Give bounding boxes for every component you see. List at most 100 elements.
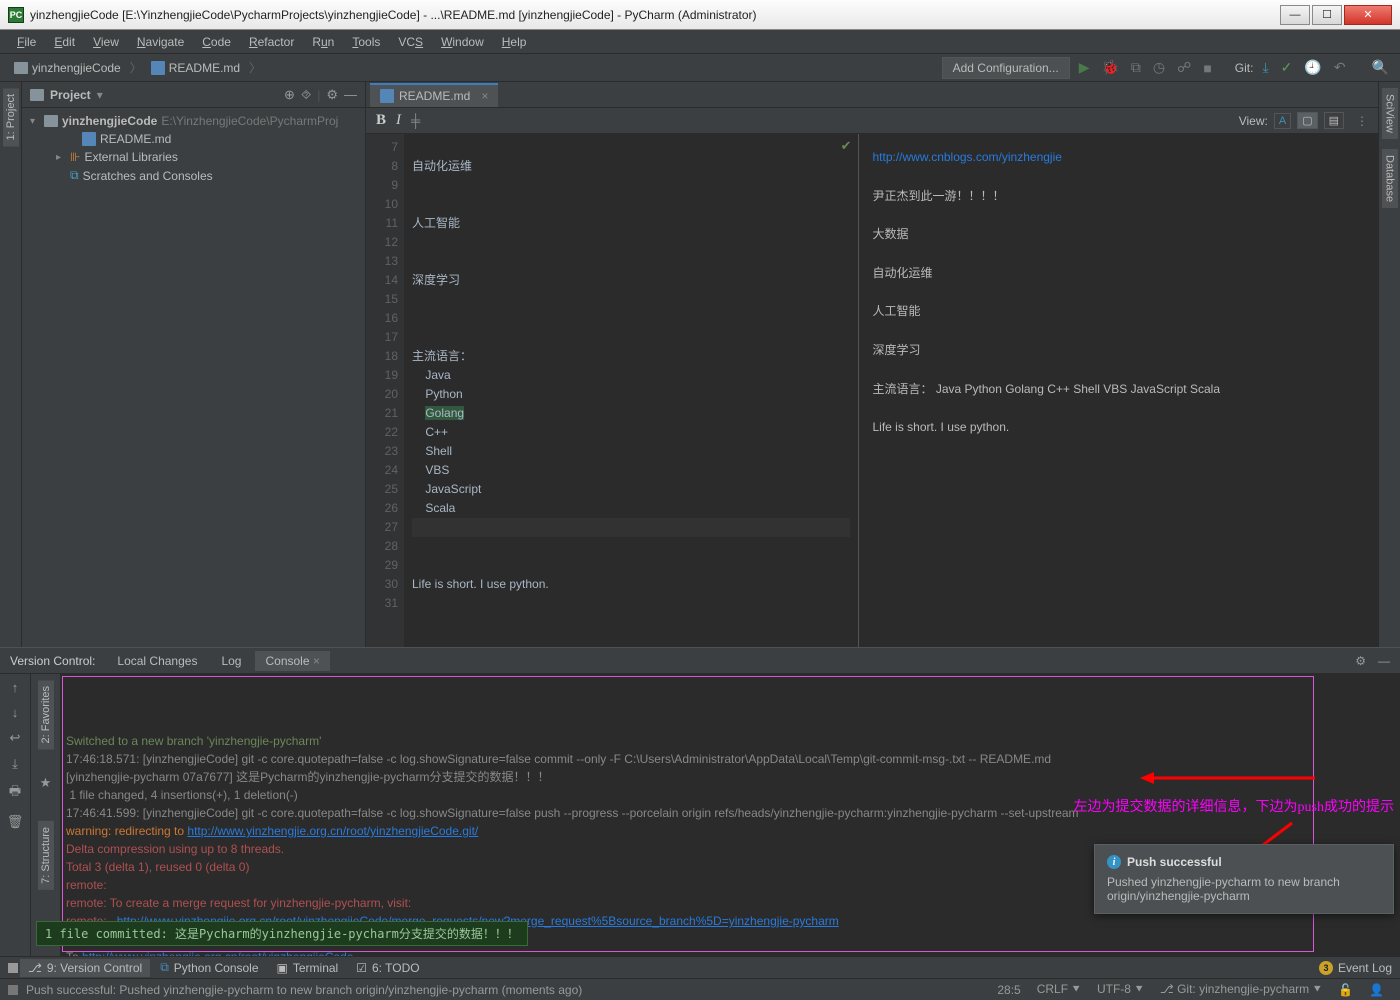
event-count-badge: 3 bbox=[1319, 961, 1333, 975]
tree-external-libraries[interactable]: ▸⊪ External Libraries bbox=[22, 148, 365, 166]
menu-edit[interactable]: Edit bbox=[47, 32, 82, 52]
italic-button[interactable]: I bbox=[396, 112, 401, 129]
breadcrumb: yinzhengjieCode 〉 README.md 〉 bbox=[8, 59, 261, 77]
preview-text: Life is short. I use python. bbox=[873, 418, 1365, 437]
close-icon[interactable]: × bbox=[481, 89, 488, 103]
notification-body: Pushed yinzhengjie-pycharm to new branch… bbox=[1107, 875, 1381, 903]
status-readonly-icon[interactable]: 🔓 bbox=[1330, 983, 1361, 997]
project-tree[interactable]: ▾ yinzhengjieCode E:\YinzhengjieCode\Pyc… bbox=[22, 108, 365, 189]
breadcrumb-file[interactable]: README.md bbox=[145, 59, 246, 77]
scroll-from-source-icon[interactable]: ⊕ bbox=[284, 87, 295, 103]
tree-scratches[interactable]: ⧉ Scratches and Consoles bbox=[22, 166, 365, 185]
tree-root[interactable]: ▾ yinzhengjieCode E:\YinzhengjieCode\Pyc… bbox=[22, 112, 365, 130]
window-titlebar: PC yinzhengjieCode [E:\YinzhengjieCode\P… bbox=[0, 0, 1400, 30]
project-panel: Project ▾ ⊕ ⯑ | ⚙ — ▾ yinzhengjieCode E:… bbox=[22, 82, 366, 647]
tab-favorites[interactable]: 2: Favorites bbox=[38, 680, 54, 749]
view-preview-button[interactable]: ▤ bbox=[1324, 112, 1344, 129]
close-button[interactable]: ✕ bbox=[1344, 5, 1392, 25]
tree-scratch-label: Scratches and Consoles bbox=[83, 169, 213, 183]
tool-todo[interactable]: ☑6: TODO bbox=[348, 959, 427, 977]
folder-icon bbox=[14, 62, 28, 74]
run-icon[interactable]: ▶ bbox=[1076, 59, 1093, 76]
toolwindow-toggle-icon[interactable] bbox=[8, 963, 18, 973]
coverage-icon[interactable]: ⧉ bbox=[1128, 59, 1144, 76]
debug-icon[interactable]: 🐞 bbox=[1098, 59, 1121, 76]
preview-text: 自动化运维 bbox=[873, 264, 1365, 283]
vc-tab-console[interactable]: Console × bbox=[255, 651, 329, 671]
close-icon[interactable]: × bbox=[313, 654, 320, 668]
hide-icon[interactable]: — bbox=[344, 87, 357, 102]
tab-database[interactable]: Database bbox=[1382, 149, 1398, 208]
tab-sciview[interactable]: SciView bbox=[1382, 88, 1398, 139]
menu-navigate[interactable]: Navigate bbox=[130, 32, 191, 52]
wrap-icon[interactable]: ↩ bbox=[10, 730, 21, 746]
vc-tab-local[interactable]: Local Changes bbox=[107, 651, 207, 671]
profile-icon[interactable]: ◷ bbox=[1150, 59, 1168, 76]
vcs-commit-icon[interactable]: ✓ bbox=[1278, 59, 1296, 76]
vcs-history-icon[interactable]: 🕘 bbox=[1301, 59, 1324, 76]
version-control-panel: Version Control: Local Changes Log Conso… bbox=[0, 647, 1400, 956]
menu-code[interactable]: Code bbox=[195, 32, 238, 52]
status-memory-icon[interactable]: 👤 bbox=[1361, 983, 1392, 997]
add-configuration-button[interactable]: Add Configuration... bbox=[942, 57, 1070, 79]
menu-view[interactable]: View bbox=[86, 32, 126, 52]
status-encoding[interactable]: UTF-8 ⯆ bbox=[1089, 982, 1152, 997]
menu-file[interactable]: File bbox=[10, 32, 43, 52]
bold-button[interactable]: B bbox=[376, 112, 386, 129]
maximize-button[interactable]: ☐ bbox=[1312, 5, 1342, 25]
editor-tab-readme[interactable]: README.md × bbox=[370, 83, 498, 107]
menu-window[interactable]: Window bbox=[434, 32, 491, 52]
down-icon[interactable]: ↓ bbox=[12, 705, 19, 720]
breadcrumb-file-label: README.md bbox=[169, 61, 240, 75]
git-label: Git: bbox=[1235, 61, 1254, 75]
vcs-revert-icon[interactable]: ↶ bbox=[1331, 59, 1349, 76]
code-editor[interactable]: 7891011121314151617181920212223242526272… bbox=[366, 134, 858, 647]
menu-help[interactable]: Help bbox=[495, 32, 534, 52]
vc-tab-log[interactable]: Log bbox=[211, 651, 251, 671]
preview-link[interactable]: http://www.cnblogs.com/yinzhengjie bbox=[873, 150, 1062, 164]
breadcrumb-root[interactable]: yinzhengjieCode bbox=[8, 59, 127, 77]
toolbar-more-icon[interactable]: ⋮ bbox=[1356, 114, 1368, 128]
stop-icon[interactable]: ■ bbox=[1200, 60, 1214, 76]
menu-tools[interactable]: Tools bbox=[345, 32, 387, 52]
search-icon[interactable]: 🔍 bbox=[1369, 59, 1392, 76]
tool-version-control[interactable]: ⎇9: Version Control bbox=[20, 959, 150, 977]
tab-structure[interactable]: 7: Structure bbox=[38, 821, 54, 890]
vcs-update-icon[interactable]: ⤓ bbox=[1259, 59, 1271, 76]
status-git-branch[interactable]: ⎇ Git: yinzhengjie-pycharm ⯆ bbox=[1152, 982, 1330, 997]
gear-icon[interactable]: ⚙ bbox=[326, 87, 338, 103]
view-source-button[interactable]: A bbox=[1274, 113, 1291, 129]
hr-button[interactable]: ╪ bbox=[411, 113, 420, 128]
select-opened-icon[interactable]: ⯑ bbox=[301, 87, 311, 103]
gear-icon[interactable]: ⚙ bbox=[1355, 654, 1366, 668]
hide-icon[interactable]: — bbox=[1378, 654, 1390, 668]
pycharm-icon: PC bbox=[8, 7, 24, 23]
editor-tab-bar: README.md × bbox=[366, 82, 1378, 108]
commit-status-bar[interactable]: 1 file committed: 这是Pycharm的yinzhengjie-… bbox=[36, 921, 528, 946]
menu-vcs[interactable]: VCS bbox=[391, 32, 430, 52]
event-log-button[interactable]: 3 Event Log bbox=[1319, 961, 1392, 975]
trash-icon[interactable]: 🗑 bbox=[7, 814, 24, 830]
scroll-icon[interactable]: ⤓ bbox=[12, 756, 18, 772]
menu-refactor[interactable]: Refactor bbox=[242, 32, 301, 52]
tool-terminal[interactable]: ▣Terminal bbox=[269, 959, 347, 977]
project-panel-title: Project bbox=[50, 88, 91, 102]
code-content[interactable]: ✔ 自动化运维 人工智能 深度学习 主流语言： Java Python Gola… bbox=[404, 134, 858, 647]
status-line-ending[interactable]: CRLF ⯆ bbox=[1029, 982, 1089, 997]
status-caret-pos[interactable]: 28:5 bbox=[989, 983, 1028, 997]
statusbar-toggle-icon[interactable] bbox=[8, 985, 18, 995]
minimize-button[interactable]: — bbox=[1280, 5, 1310, 25]
notification-title: Push successful bbox=[1127, 855, 1222, 869]
tree-extlib-label: External Libraries bbox=[84, 150, 177, 164]
tab-project[interactable]: 1: Project bbox=[3, 88, 19, 146]
tree-file-readme[interactable]: README.md bbox=[22, 130, 365, 148]
left-toolwindow-strip: 1: Project bbox=[0, 82, 22, 647]
up-icon[interactable]: ↑ bbox=[12, 680, 19, 695]
push-success-notification[interactable]: iPush successful Pushed yinzhengjie-pych… bbox=[1094, 844, 1394, 914]
tool-python-console[interactable]: ⧉Python Console bbox=[152, 958, 266, 977]
print-icon[interactable]: 🖶 bbox=[9, 782, 21, 804]
preview-text: 大数据 bbox=[873, 225, 1365, 244]
concurrency-icon[interactable]: ☍ bbox=[1174, 59, 1194, 76]
menu-run[interactable]: Run bbox=[305, 32, 341, 52]
view-split-button[interactable]: ▢ bbox=[1297, 112, 1317, 129]
